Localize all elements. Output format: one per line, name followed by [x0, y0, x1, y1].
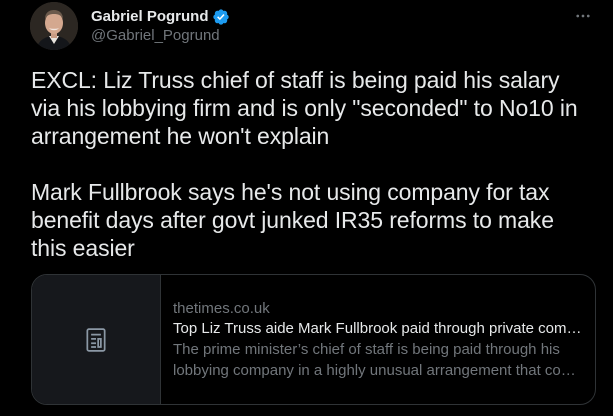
link-preview-card[interactable]: thetimes.co.uk Top Liz Truss aide Mark F… [31, 274, 596, 405]
author-name-row[interactable]: Gabriel Pogrund [91, 7, 230, 27]
tweet-paragraph: EXCL: Liz Truss chief of staff is being … [31, 67, 578, 149]
tweet: Gabriel Pogrund @Gabriel_Pogrund EXCL: L… [0, 0, 613, 416]
more-options-button[interactable] [573, 6, 593, 26]
article-icon [86, 327, 106, 352]
more-options-icon [576, 14, 590, 18]
verified-badge-icon [212, 8, 230, 26]
link-domain: thetimes.co.uk [173, 300, 270, 317]
avatar[interactable] [30, 2, 78, 50]
link-title: Top Liz Truss aide Mark Fullbrook paid t… [173, 320, 583, 337]
link-thumbnail [32, 275, 161, 404]
link-description: The prime minister’s chief of staff is b… [173, 341, 581, 379]
user-handle[interactable]: @Gabriel_Pogrund [91, 27, 220, 45]
link-card-text: thetimes.co.uk Top Liz Truss aide Mark F… [161, 275, 595, 404]
display-name[interactable]: Gabriel Pogrund [91, 7, 209, 27]
avatar-image [30, 2, 78, 50]
tweet-text: EXCL: Liz Truss chief of staff is being … [31, 66, 591, 262]
tweet-paragraph: Mark Fullbrook says he's not using compa… [31, 179, 554, 261]
